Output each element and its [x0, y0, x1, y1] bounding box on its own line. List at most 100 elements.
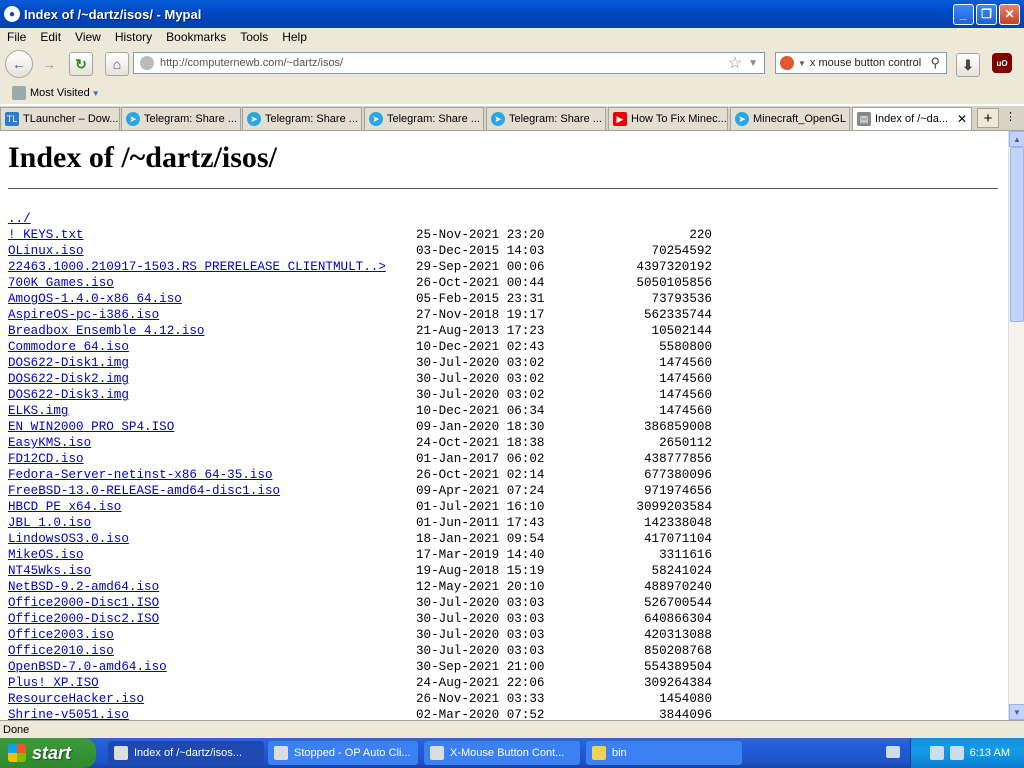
task-mypal[interactable]: Index of /~dartz/isos...	[108, 741, 264, 765]
file-link[interactable]: ELKS.img	[8, 403, 68, 419]
tab-minecraft-opengl[interactable]: ➤ Minecraft_OpenGL	[730, 107, 850, 130]
file-link[interactable]: Office2000-Disc1.ISO	[8, 595, 159, 611]
task-label: Stopped - OP Auto Cli...	[294, 747, 411, 759]
file-link[interactable]: HBCD PE x64.iso	[8, 499, 121, 515]
keyboard-layout-icon[interactable]	[886, 746, 900, 758]
file-size: 73793536	[651, 292, 712, 306]
tab-telegram-1[interactable]: ➤ Telegram: Share ...	[121, 107, 241, 130]
file-link[interactable]: Fedora-Server-netinst-x86 64-35.iso	[8, 467, 273, 483]
parent-directory-link[interactable]: ../	[8, 211, 31, 227]
tab-telegram-3[interactable]: ➤ Telegram: Share ...	[364, 107, 484, 130]
file-link[interactable]: Breadbox Ensemble 4.12.iso	[8, 323, 205, 339]
menu-history[interactable]: History	[108, 30, 159, 44]
task-x-mouse-button-control[interactable]: X-Mouse Button Cont...	[424, 741, 580, 765]
file-link[interactable]: Shrine-v5051.iso	[8, 707, 129, 720]
url-text[interactable]: http://computernewb.com/~dartz/isos/	[160, 57, 728, 69]
file-date: 30-Jul-2020 03:02	[416, 372, 545, 386]
file-link[interactable]: 22463.1000.210917-1503.RS PRERELEASE CLI…	[8, 259, 386, 275]
file-size: 3844096	[659, 708, 712, 720]
scroll-up-icon[interactable]: ▲	[1009, 131, 1024, 147]
file-link[interactable]: NetBSD-9.2-amd64.iso	[8, 579, 159, 595]
search-engine-dropdown-icon[interactable]: ▼	[798, 59, 806, 68]
file-link[interactable]: Office2003.iso	[8, 627, 114, 643]
url-bar[interactable]: http://computernewb.com/~dartz/isos/ ☆ ▼	[133, 52, 765, 74]
ublock-button[interactable]: uO	[992, 53, 1012, 73]
start-button[interactable]: start	[0, 738, 96, 768]
file-link[interactable]: AmogOS-1.4.0-x86 64.iso	[8, 291, 182, 307]
file-link[interactable]: OpenBSD-7.0-amd64.iso	[8, 659, 167, 675]
menu-edit[interactable]: Edit	[33, 30, 68, 44]
file-date: 09-Jan-2020 18:30	[416, 420, 545, 434]
tab-label: TLauncher – Dow...	[23, 113, 119, 125]
downloads-button[interactable]: ⬇	[956, 53, 980, 77]
menu-bookmarks[interactable]: Bookmarks	[159, 30, 233, 44]
file-link[interactable]: NT45Wks.iso	[8, 563, 91, 579]
file-link[interactable]: DOS622-Disk1.img	[8, 355, 129, 371]
clock[interactable]: 6:13 AM	[970, 747, 1010, 759]
file-link[interactable]: AspireOS-pc-i386.iso	[8, 307, 159, 323]
minimize-button[interactable]: _	[953, 3, 974, 25]
search-box[interactable]: ▼ x mouse button control ⚲	[775, 52, 947, 74]
new-tab-button[interactable]: +	[977, 108, 999, 128]
page-icon: ▤	[857, 112, 871, 126]
file-link[interactable]: Office2000-Disc2.ISO	[8, 611, 159, 627]
file-date: 01-Jun-2011 17:43	[416, 516, 545, 530]
file-link[interactable]: EN WIN2000 PRO SP4.ISO	[8, 419, 174, 435]
menu-tools[interactable]: Tools	[233, 30, 275, 44]
file-link[interactable]: Commodore 64.iso	[8, 339, 129, 355]
file-link[interactable]: Plus! XP.ISO	[8, 675, 99, 691]
task-bin-folder[interactable]: bin	[586, 741, 742, 765]
file-link[interactable]: EasyKMS.iso	[8, 435, 91, 451]
close-button[interactable]: ✕	[999, 3, 1020, 25]
scroll-down-icon[interactable]: ▼	[1009, 704, 1024, 720]
forward-button[interactable]: →	[37, 52, 61, 76]
home-button[interactable]: ⌂	[105, 52, 129, 76]
tab-telegram-4[interactable]: ➤ Telegram: Share ...	[486, 107, 606, 130]
search-input[interactable]: x mouse button control	[810, 57, 931, 69]
file-link[interactable]: ! KEYS.txt	[8, 227, 84, 243]
task-op-auto-clicker[interactable]: Stopped - OP Auto Cli...	[268, 741, 418, 765]
file-size: 554389504	[643, 660, 712, 674]
site-identity-icon[interactable]	[140, 56, 154, 70]
url-dropdown-icon[interactable]: ▼	[748, 58, 758, 69]
search-icon[interactable]: ⚲	[930, 55, 940, 71]
file-link[interactable]: LindowsOS3.0.iso	[8, 531, 129, 547]
file-link[interactable]: DOS622-Disk3.img	[8, 387, 129, 403]
system-tray: 6:13 AM	[910, 738, 1024, 768]
tab-index-of-isos[interactable]: ▤ Index of /~da... ✕	[852, 107, 972, 130]
menu-file[interactable]: File	[0, 30, 33, 44]
tab-label: Index of /~da...	[875, 113, 949, 125]
file-link[interactable]: FreeBSD-13.0-RELEASE-amd64-disc1.iso	[8, 483, 280, 499]
file-date: 30-Jul-2020 03:02	[416, 388, 545, 402]
file-link[interactable]: MikeOS.iso	[8, 547, 84, 563]
menu-help[interactable]: Help	[275, 30, 314, 44]
file-date: 24-Aug-2021 22:06	[416, 676, 545, 690]
search-engine-icon[interactable]	[780, 56, 794, 70]
network-icon[interactable]	[949, 746, 964, 760]
file-link[interactable]: 700K Games.iso	[8, 275, 114, 291]
file-size: 10502144	[651, 324, 712, 338]
reload-button[interactable]: ↻	[69, 52, 93, 76]
file-link[interactable]: Office2010.iso	[8, 643, 114, 659]
file-link[interactable]: OLinux.iso	[8, 243, 84, 259]
back-button[interactable]: ←	[5, 50, 33, 78]
safely-remove-hardware-icon[interactable]	[929, 746, 944, 760]
menu-view[interactable]: View	[68, 30, 108, 44]
tab-youtube[interactable]: ▶ How To Fix Minec...	[608, 107, 728, 130]
bookmark-star-icon[interactable]: ☆	[728, 53, 742, 73]
file-link[interactable]: JBL 1.0.iso	[8, 515, 91, 531]
tab-close-icon[interactable]: ✕	[953, 112, 967, 126]
maximize-button[interactable]: ❐	[976, 3, 997, 25]
tab-telegram-2[interactable]: ➤ Telegram: Share ...	[242, 107, 362, 130]
tab-list-menu-icon[interactable]: ⋮	[1005, 110, 1016, 123]
tab-tlauncher[interactable]: TL TLauncher – Dow...	[0, 107, 120, 130]
scroll-thumb[interactable]	[1010, 147, 1024, 322]
file-size: 3311616	[659, 548, 712, 562]
file-date: 26-Oct-2021 02:14	[416, 468, 545, 482]
file-link[interactable]: FD12CD.iso	[8, 451, 84, 467]
file-link[interactable]: ResourceHacker.iso	[8, 691, 144, 707]
most-visited-bookmark[interactable]: Most Visited	[30, 87, 90, 99]
x-mouse-icon	[430, 746, 444, 760]
file-link[interactable]: DOS622-Disk2.img	[8, 371, 129, 387]
vertical-scrollbar[interactable]: ▲ ▼	[1008, 131, 1024, 720]
